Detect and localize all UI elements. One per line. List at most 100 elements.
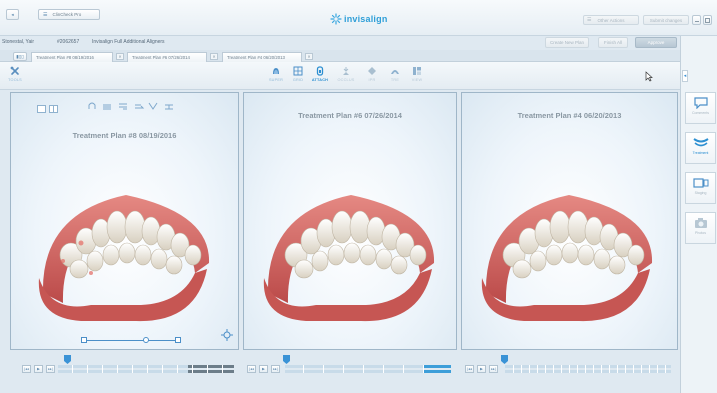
panel-1-view-controls [37, 105, 58, 113]
treatment-type: Invisalign Full Additional Aligners [92, 39, 165, 45]
tools-icon [10, 66, 19, 75]
tool-view[interactable]: VIEW [406, 65, 428, 89]
app-menu-label: ClinCheck Pro [52, 12, 82, 17]
super-icon [273, 68, 279, 74]
teeth-icon [692, 138, 709, 147]
timeline-last-button[interactable]: ▸▸| [46, 365, 55, 373]
menu-icon: ☰ [43, 11, 48, 18]
zoom-thumb[interactable] [143, 337, 149, 343]
zoom-track [87, 340, 175, 341]
other-actions-button[interactable]: ☰ Other Actions [583, 15, 639, 25]
staging-icon [692, 178, 708, 188]
minimize-button[interactable] [692, 15, 701, 25]
dental-arch-model-plan-4 [481, 195, 653, 322]
window-button[interactable] [703, 15, 712, 25]
sidebar-item-comments-label: Comments [692, 111, 709, 115]
patient-id: #2062657 [57, 39, 80, 45]
tre-label: TRE [390, 78, 400, 82]
minimize-icon [694, 21, 699, 22]
sidebar-collapse-button[interactable]: ◂ [682, 70, 688, 82]
ipr-label: IPR [368, 78, 376, 82]
viewport-plan-4[interactable]: Treatment Plan #4 06/20/2013 [461, 92, 678, 350]
timeline-2-play-button[interactable]: ▶ [259, 365, 268, 373]
attachment-tools-icon[interactable] [87, 101, 177, 111]
top-bar: ◂ ☰ ClinCheck Pro invisalign ☰ Other Act… [0, 0, 717, 36]
zoom-slider[interactable] [81, 336, 181, 344]
invisalign-logo: invisalign [330, 13, 400, 25]
tool-attach[interactable]: ATTACH [309, 65, 331, 89]
timeline-2-track[interactable] [285, 365, 451, 381]
ipr-icon [368, 67, 376, 75]
timeline-plan-4[interactable]: |◂◂ ▶ ▸▸| [461, 355, 678, 383]
timeline-3-track[interactable] [505, 365, 671, 381]
sidebar-item-photos-label: Photos [695, 231, 706, 235]
sidebar-item-staging[interactable]: Staging [685, 172, 716, 204]
view-icon [413, 67, 421, 75]
tre-icon [391, 70, 399, 74]
timeline-track[interactable] [58, 365, 234, 381]
timeline-plan-8[interactable]: |◂◂ ▶ ▸▸| [10, 355, 239, 383]
create-new-plan-button[interactable]: Create New Plan [545, 37, 589, 48]
dental-arch-model-plan-8 [38, 195, 210, 322]
timeline-play-button[interactable]: ▶ [34, 365, 43, 373]
tools-label: TOOLS [8, 78, 22, 82]
tool-tre[interactable]: TRE [384, 65, 406, 89]
split-view-icon: ▮▯▯ [16, 53, 24, 59]
viewport-plan-8[interactable]: Treatment Plan #8 08/19/2016 [10, 92, 239, 350]
super-label: SUPER [268, 78, 284, 82]
recenter-icon[interactable] [221, 329, 233, 341]
sidebar-item-photos[interactable]: Photos [685, 212, 716, 244]
right-sidebar: ◂ Comments Treatment Staging Photos [680, 36, 717, 393]
timeline-2-first-button[interactable]: |◂◂ [247, 365, 256, 373]
tool-ipr[interactable]: IPR [361, 65, 383, 89]
dental-arch-model-plan-6 [263, 195, 435, 322]
timeline-plan-6[interactable]: |◂◂ ▶ ▸▸| [243, 355, 457, 383]
app-menu-button[interactable]: ☰ ClinCheck Pro [38, 9, 100, 20]
timeline-2-marker-icon[interactable] [283, 355, 290, 364]
tab-layout-button[interactable]: ▮▯▯ [13, 52, 27, 61]
panel-1-title: Treatment Plan #8 08/19/2016 [72, 131, 177, 140]
tab-plan-4-close-icon[interactable]: ✕ [305, 53, 313, 60]
panel-3-title: Treatment Plan #4 06/20/2013 [517, 111, 622, 120]
finish-all-button[interactable]: Finish All [598, 37, 628, 48]
list-icon: ☰ [587, 17, 592, 23]
window-icon [705, 17, 710, 23]
back-button[interactable]: ◂ [6, 9, 19, 20]
sidebar-item-treatment-label: Treatment [692, 151, 709, 155]
timeline-3-first-button[interactable]: |◂◂ [465, 365, 474, 373]
patient-info-row: Stonestal, Yair #2062657 Invisalign Full… [0, 36, 680, 50]
dual-view-icon[interactable] [49, 105, 58, 113]
tab-plan-6-close-icon[interactable]: ✕ [210, 53, 218, 60]
grid-icon [293, 66, 303, 76]
single-view-icon[interactable] [37, 105, 46, 113]
viewport-plan-6[interactable]: Treatment Plan #6 07/26/2014 [243, 92, 457, 350]
tab-plan-8[interactable]: Treatment Plan #8 08/19/2016 [31, 52, 113, 62]
main-toolbar: TOOLS SUPER GRID ATTACH OCCLUS IPR TRE V… [0, 62, 680, 90]
timeline-3-play-button[interactable]: ▶ [477, 365, 486, 373]
panel-2-title: Treatment Plan #6 07/26/2014 [298, 111, 402, 120]
timeline-3-last-button[interactable]: ▸▸| [489, 365, 498, 373]
timeline-first-button[interactable]: |◂◂ [22, 365, 31, 373]
occlus-label: OCCLUS [337, 78, 355, 82]
occlus-icon [343, 67, 349, 75]
view-label: VIEW [411, 78, 423, 82]
timeline-2-last-button[interactable]: ▸▸| [271, 365, 280, 373]
sidebar-item-treatment[interactable]: Treatment [685, 132, 716, 164]
plan-tabs: ▮▯▯ Treatment Plan #8 08/19/2016 ✕ Treat… [0, 50, 680, 62]
tab-plan-8-close-icon[interactable]: ✕ [116, 53, 124, 60]
submit-changes-button[interactable]: Submit changes [643, 15, 689, 25]
camera-icon [694, 218, 707, 228]
patient-name: Stonestal, Yair [2, 39, 35, 45]
tab-plan-6[interactable]: Treatment Plan #6 07/26/2014 [127, 52, 207, 62]
tab-plan-4[interactable]: Treatment Plan #4 06/20/2013 [222, 52, 302, 62]
timeline-3-marker-icon[interactable] [501, 355, 508, 364]
zoom-max-handle[interactable] [175, 337, 181, 343]
approve-button[interactable]: Approve [635, 37, 677, 48]
tools-button[interactable]: TOOLS [4, 65, 26, 89]
tool-super[interactable]: SUPER [265, 65, 287, 89]
tool-occlus[interactable]: OCCLUS [335, 65, 357, 89]
sidebar-item-comments[interactable]: Comments [685, 92, 716, 124]
timeline-marker-icon[interactable] [64, 355, 71, 364]
other-actions-label: Other Actions [597, 17, 625, 23]
tool-grid[interactable]: GRID [287, 65, 309, 89]
